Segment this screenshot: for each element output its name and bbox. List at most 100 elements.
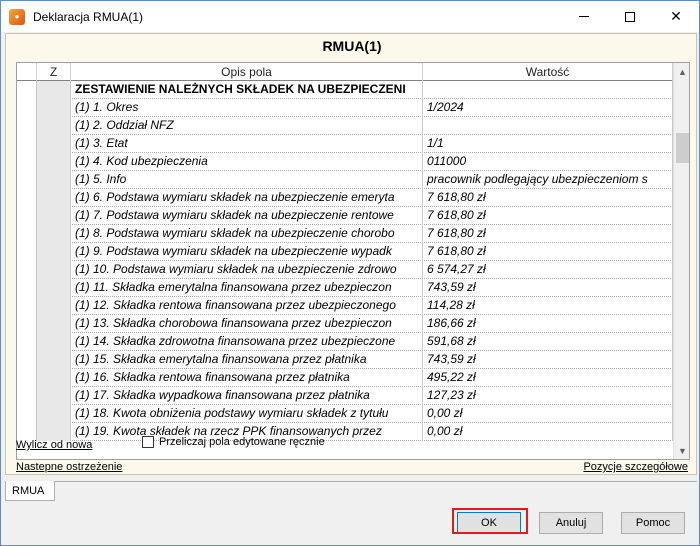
row-value[interactable]: pracownik podlegający ubezpieczeniom s	[423, 171, 673, 189]
next-warning-link[interactable]: Nastepne ostrzeżenie	[16, 461, 122, 473]
row-value[interactable]: 7 618,80 zł	[423, 225, 673, 243]
vertical-scrollbar[interactable]: ▲ ▼	[673, 63, 689, 459]
row-indicator	[17, 135, 37, 153]
row-value[interactable]: 7 618,80 zł	[423, 243, 673, 261]
row-z-cell	[37, 243, 71, 261]
maximize-icon	[625, 11, 635, 22]
close-button[interactable]: ✕	[653, 1, 699, 32]
row-z-cell	[37, 333, 71, 351]
row-indicator	[17, 81, 37, 99]
ok-button-highlight	[452, 508, 528, 534]
recalc-edited-option[interactable]: Przeliczaj pola edytowane ręcznie	[142, 436, 325, 448]
table-row[interactable]: (1) 1. Okres 1/2024	[17, 99, 673, 117]
row-z-cell	[37, 81, 71, 99]
recalc-edited-label: Przeliczaj pola edytowane ręcznie	[159, 436, 325, 448]
table-row[interactable]: (1) 5. Info pracownik podlegający ubezpie…	[17, 171, 673, 189]
scroll-up-icon[interactable]: ▲	[674, 63, 689, 80]
row-indicator	[17, 117, 37, 135]
row-value[interactable]: 7 618,80 zł	[423, 189, 673, 207]
recalculate-link[interactable]: Wylicz od nowa	[16, 439, 92, 451]
close-icon: ✕	[670, 8, 682, 24]
row-indicator	[17, 333, 37, 351]
row-value[interactable]	[423, 81, 673, 99]
help-button[interactable]: Pomoc	[621, 512, 685, 534]
fields-grid: Z Opis pola Wartość ZESTAWIENIE NALEŻNYC…	[16, 62, 690, 460]
row-indicator	[17, 153, 37, 171]
minimize-icon	[579, 16, 589, 17]
grid-header: Z Opis pola Wartość	[17, 63, 673, 81]
row-description: (1) 13. Składka chorobowa finansowana pr…	[71, 315, 423, 333]
row-description: (1) 18. Kwota obniżenia podstawy wymiaru…	[71, 405, 423, 423]
row-z-cell	[37, 117, 71, 135]
row-value[interactable]: 0,00 zł	[423, 405, 673, 423]
row-value[interactable]: 6 574,27 zł	[423, 261, 673, 279]
row-value[interactable]: 0,00 zł	[423, 423, 673, 441]
row-value[interactable]: 743,59 zł	[423, 351, 673, 369]
row-indicator	[17, 297, 37, 315]
minimize-button[interactable]	[561, 1, 607, 32]
row-value[interactable]: 1/1	[423, 135, 673, 153]
table-row[interactable]: (1) 12. Składka rentowa finansowana prze…	[17, 297, 673, 315]
row-value[interactable]: 011000	[423, 153, 673, 171]
header-z[interactable]: Z	[37, 63, 71, 81]
recalc-edited-checkbox[interactable]	[142, 436, 154, 448]
table-row[interactable]: (1) 18. Kwota obniżenia podstawy wymiaru…	[17, 405, 673, 423]
row-z-cell	[37, 171, 71, 189]
row-z-cell	[37, 135, 71, 153]
row-value[interactable]: 7 618,80 zł	[423, 207, 673, 225]
row-indicator	[17, 261, 37, 279]
window-title: Deklaracja RMUA(1)	[33, 9, 144, 24]
row-z-cell	[37, 99, 71, 117]
table-row[interactable]: (1) 6. Podstawa wymiaru składek na ubezp…	[17, 189, 673, 207]
row-value[interactable]: 127,23 zł	[423, 387, 673, 405]
table-row[interactable]: (1) 13. Składka chorobowa finansowana pr…	[17, 315, 673, 333]
row-value[interactable]: 743,59 zł	[423, 279, 673, 297]
row-indicator	[17, 405, 37, 423]
grid-rows: ZESTAWIENIE NALEŻNYCH SKŁADEK NA UBEZPIE…	[17, 81, 673, 441]
table-row[interactable]: (1) 10. Podstawa wymiaru składek na ubez…	[17, 261, 673, 279]
table-row[interactable]: (1) 2. Oddział NFZ	[17, 117, 673, 135]
table-row[interactable]: (1) 7. Podstawa wymiaru składek na ubezp…	[17, 207, 673, 225]
table-row[interactable]: (1) 14. Składka zdrowotna finansowana pr…	[17, 333, 673, 351]
row-indicator	[17, 315, 37, 333]
row-description: (1) 1. Okres	[71, 99, 423, 117]
table-row[interactable]: (1) 8. Podstawa wymiaru składek na ubezp…	[17, 225, 673, 243]
row-indicator	[17, 189, 37, 207]
row-value[interactable]: 495,22 zł	[423, 369, 673, 387]
maximize-button[interactable]	[607, 1, 653, 32]
row-z-cell	[37, 369, 71, 387]
row-indicator	[17, 279, 37, 297]
header-value[interactable]: Wartość	[423, 63, 673, 81]
table-row[interactable]: (1) 16. Składka rentowa finansowana prze…	[17, 369, 673, 387]
table-row[interactable]: (1) 11. Składka emerytalna finansowana p…	[17, 279, 673, 297]
row-z-cell	[37, 279, 71, 297]
table-row[interactable]: (1) 3. Etat 1/1	[17, 135, 673, 153]
detail-positions-link[interactable]: Pozycje szczegółowe	[583, 461, 688, 473]
title-bar[interactable]: ● Deklaracja RMUA(1) ✕	[1, 1, 699, 32]
table-row[interactable]: ZESTAWIENIE NALEŻNYCH SKŁADEK NA UBEZPIE…	[17, 81, 673, 99]
scroll-thumb[interactable]	[676, 133, 689, 163]
table-row[interactable]: (1) 19. Kwota składek na rzecz PPK finan…	[17, 423, 673, 441]
row-value[interactable]	[423, 117, 673, 135]
app-icon: ●	[9, 8, 25, 25]
row-z-cell	[37, 153, 71, 171]
row-value[interactable]: 186,66 zł	[423, 315, 673, 333]
row-value[interactable]: 591,68 zł	[423, 333, 673, 351]
form-panel: RMUA(1) Z Opis pola Wartość ZESTAWIENIE …	[5, 33, 697, 475]
tab-rmua[interactable]: RMUA	[5, 481, 55, 501]
scroll-down-icon[interactable]: ▼	[674, 442, 689, 459]
row-value[interactable]: 114,28 zł	[423, 297, 673, 315]
table-row[interactable]: (1) 9. Podstawa wymiaru składek na ubezp…	[17, 243, 673, 261]
row-value[interactable]: 1/2024	[423, 99, 673, 117]
row-description: (1) 9. Podstawa wymiaru składek na ubezp…	[71, 243, 423, 261]
table-row[interactable]: (1) 15. Składka emerytalna finansowana p…	[17, 351, 673, 369]
row-description: (1) 14. Składka zdrowotna finansowana pr…	[71, 333, 423, 351]
row-indicator	[17, 351, 37, 369]
table-row[interactable]: (1) 4. Kod ubezpieczenia 011000	[17, 153, 673, 171]
row-z-cell	[37, 315, 71, 333]
cancel-button[interactable]: Anuluj	[539, 512, 603, 534]
header-description[interactable]: Opis pola	[71, 63, 423, 81]
table-row[interactable]: (1) 17. Składka wypadkowa finansowana pr…	[17, 387, 673, 405]
header-indicator	[17, 63, 37, 81]
row-description: (1) 11. Składka emerytalna finansowana p…	[71, 279, 423, 297]
